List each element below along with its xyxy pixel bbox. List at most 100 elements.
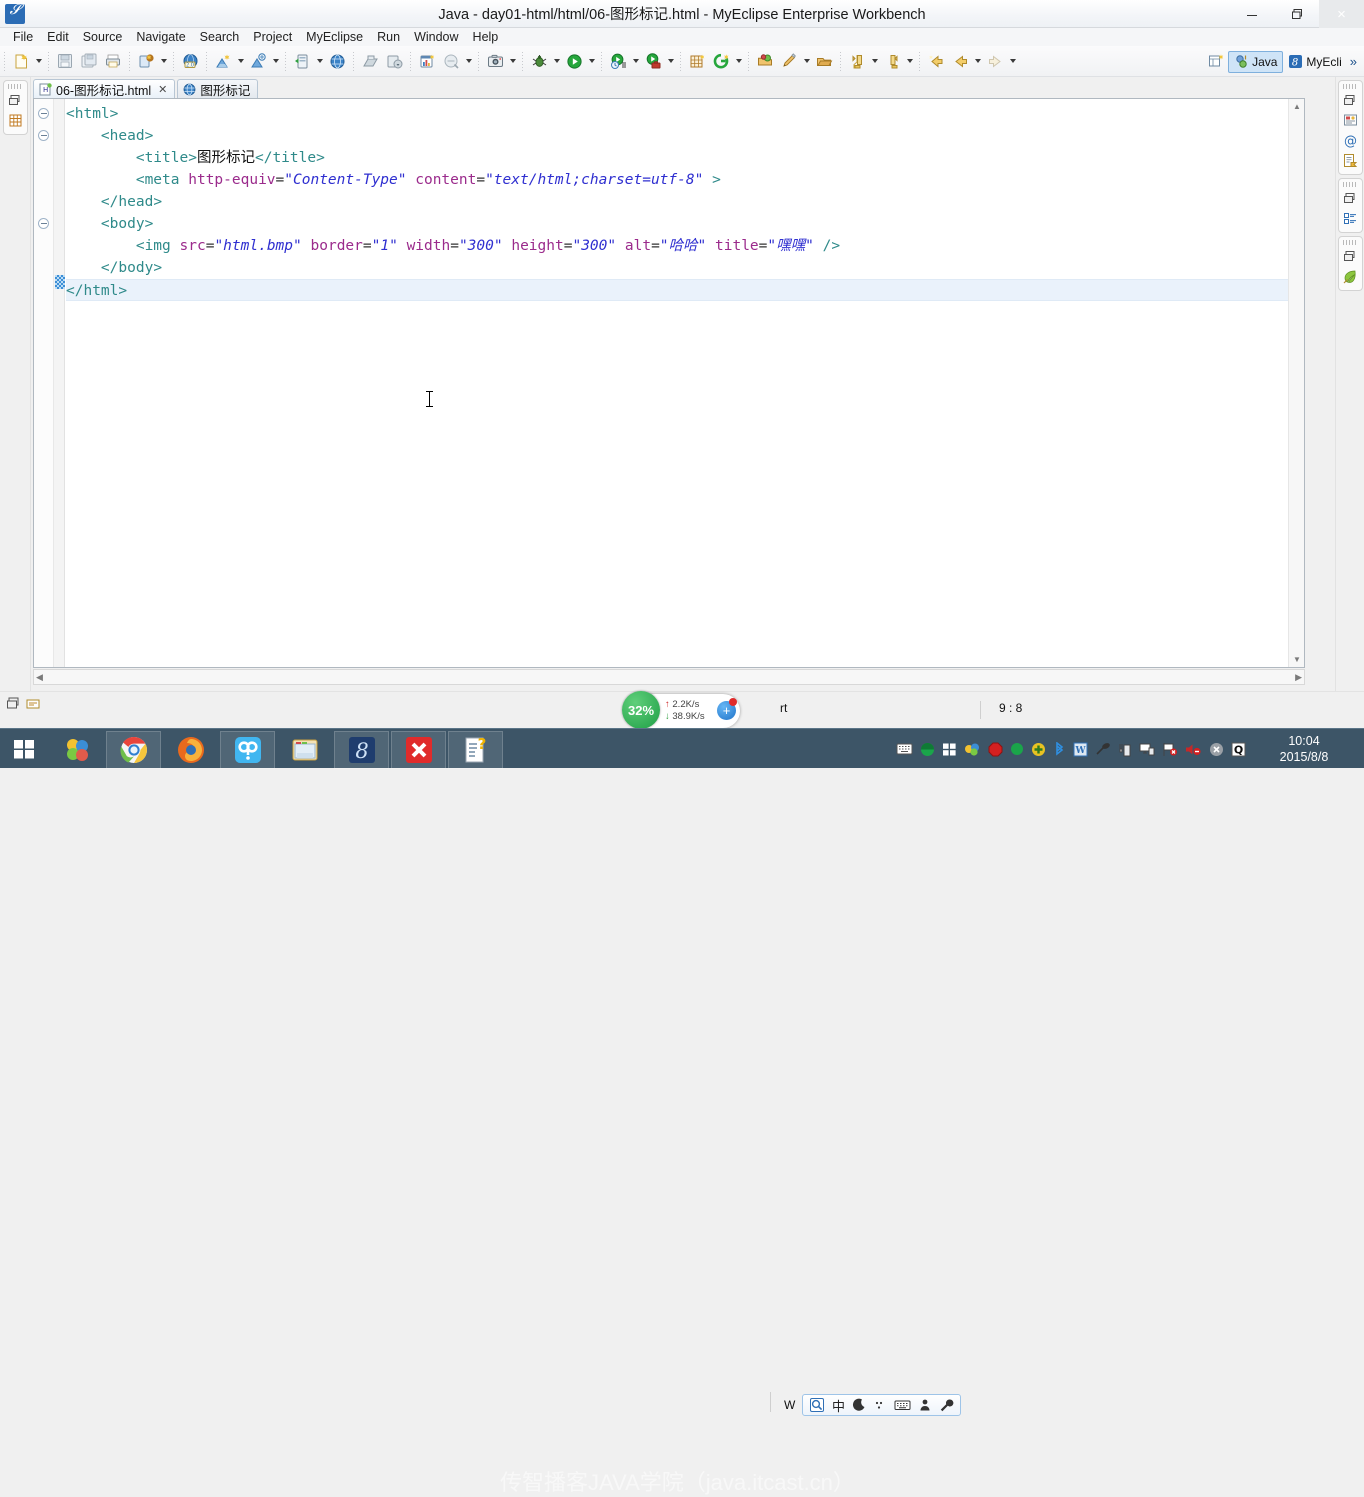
back-dropdown-arrow[interactable]: [972, 50, 983, 72]
no-search-icon[interactable]: [440, 50, 462, 72]
menu-item-run[interactable]: Run: [370, 28, 407, 46]
new-wizard-icon[interactable]: [710, 50, 732, 72]
cloud-icon[interactable]: [964, 742, 981, 757]
yellow-plus-icon[interactable]: [1031, 742, 1046, 757]
taskbar-item-mypc[interactable]: [49, 731, 104, 769]
word-icon[interactable]: W: [1073, 742, 1088, 757]
back-history-icon[interactable]: [925, 50, 947, 72]
forward-dropdown-arrow[interactable]: [1007, 50, 1018, 72]
taskbar-item-close-x[interactable]: [391, 730, 446, 769]
print-icon[interactable]: [102, 50, 124, 72]
save-icon[interactable]: [54, 50, 76, 72]
code-editor[interactable]: <html> <head> <title>图形标记</title> <meta …: [33, 98, 1305, 668]
usb-device-icon[interactable]: [1118, 742, 1132, 757]
windows-tray-icon[interactable]: [942, 742, 957, 757]
run-history-dropdown-arrow[interactable]: [630, 50, 641, 72]
database-explorer-dropdown-arrow[interactable]: [235, 50, 246, 72]
run-toolbox-dropdown-arrow[interactable]: [665, 50, 676, 72]
rail-grip[interactable]: [1342, 182, 1358, 187]
menu-item-source[interactable]: Source: [76, 28, 130, 46]
rail-grip[interactable]: [7, 84, 23, 89]
package-explorer-icon[interactable]: [5, 111, 26, 130]
sogou-ime-icon[interactable]: [809, 1397, 825, 1413]
rail-grip[interactable]: [1342, 240, 1358, 245]
restore-view-icon[interactable]: [6, 696, 22, 712]
open-task-dropdown-arrow[interactable]: [801, 50, 812, 72]
scroll-left-button[interactable]: ◀: [36, 672, 43, 683]
rail-grip[interactable]: [1342, 84, 1358, 89]
perspective-more-chevron[interactable]: »: [1347, 54, 1360, 69]
menu-item-edit[interactable]: Edit: [40, 28, 76, 46]
myeclipse-deploy-icon[interactable]: [135, 50, 157, 72]
vertical-scrollbar[interactable]: ▲ ▼: [1288, 99, 1304, 667]
code-line[interactable]: <meta http-equiv="Content-Type" content=…: [66, 169, 1288, 191]
fold-marker-body[interactable]: [38, 218, 49, 229]
at-outline-icon[interactable]: @: [1340, 131, 1361, 150]
maximize-button[interactable]: [1274, 0, 1319, 28]
previous-annotation-icon[interactable]: [881, 50, 903, 72]
horizontal-scrollbar[interactable]: ◀ ▶: [33, 669, 1305, 685]
network-speed-widget[interactable]: 32% ↑ 2.2K/s ↓ 38.9K/s +: [622, 691, 740, 729]
taskbar-item-chrome[interactable]: [106, 730, 161, 769]
code-line[interactable]: </body>: [66, 257, 1288, 279]
new-table-icon[interactable]: [686, 50, 708, 72]
scroll-right-button[interactable]: ▶: [1295, 672, 1302, 683]
editor-tab-preview[interactable]: 图形标记: [177, 79, 259, 99]
database-dropdown-arrow[interactable]: [270, 50, 281, 72]
green-circle-icon[interactable]: [920, 742, 935, 757]
punctuation-icon[interactable]: [873, 1398, 887, 1412]
windows-start-icon[interactable]: [0, 729, 48, 769]
code-line[interactable]: <head>: [66, 125, 1288, 147]
user-icon[interactable]: [918, 1398, 932, 1412]
code-line[interactable]: <body>: [66, 213, 1288, 235]
open-type-icon[interactable]: [754, 50, 776, 72]
code-line[interactable]: </html>: [66, 279, 1288, 301]
green-dot-icon[interactable]: [1010, 742, 1024, 756]
open-task-icon[interactable]: [778, 50, 800, 72]
properties-icon[interactable]: [1340, 151, 1361, 170]
report-icon[interactable]: [416, 50, 438, 72]
open-resource-icon[interactable]: [813, 50, 835, 72]
restore-view-icon[interactable]: [5, 91, 26, 110]
close-gray-icon[interactable]: [1209, 742, 1224, 757]
open-perspective-icon[interactable]: [1205, 51, 1227, 73]
fold-marker-head[interactable]: [38, 130, 49, 141]
taskbar-item-file-explorer[interactable]: [277, 731, 332, 769]
ime-mode-label[interactable]: 中: [832, 1396, 845, 1415]
wrench-icon[interactable]: [939, 1398, 954, 1413]
restore-view-icon[interactable]: [1340, 91, 1361, 110]
menu-item-search[interactable]: Search: [193, 28, 247, 46]
export-icon[interactable]: [359, 50, 381, 72]
moon-icon[interactable]: [852, 1398, 866, 1412]
import-icon[interactable]: [383, 50, 405, 72]
code-line[interactable]: <img src="html.bmp" border="1" width="30…: [66, 235, 1288, 257]
minimize-button[interactable]: [1229, 0, 1274, 28]
menu-item-file[interactable]: File: [6, 28, 40, 46]
previous-annotation-dropdown-arrow[interactable]: [904, 50, 915, 72]
run-dropdown-arrow[interactable]: [586, 50, 597, 72]
run-history-icon[interactable]: [607, 50, 629, 72]
menu-item-project[interactable]: Project: [246, 28, 299, 46]
menu-item-myeclipse[interactable]: MyEclipse: [299, 28, 370, 46]
deploy-dropdown-arrow[interactable]: [158, 50, 169, 72]
search-dropdown-arrow[interactable]: [463, 50, 474, 72]
run-play-icon[interactable]: [563, 50, 585, 72]
web-browser-icon[interactable]: [326, 50, 348, 72]
outline-view-icon[interactable]: [1340, 209, 1361, 228]
server-config-icon[interactable]: [291, 50, 313, 72]
taskbar-item-myeclipse[interactable]: 8: [334, 730, 389, 769]
snapshot-dropdown-arrow[interactable]: [507, 50, 518, 72]
folding-gutter[interactable]: [34, 99, 54, 667]
leaf-icon[interactable]: [1340, 267, 1361, 286]
stop-red-icon[interactable]: [988, 742, 1003, 757]
web20-icon[interactable]: 2.0: [179, 50, 201, 72]
scroll-up-button[interactable]: ▲: [1289, 99, 1305, 114]
next-annotation-icon[interactable]: [846, 50, 868, 72]
run-toolbox-icon[interactable]: [642, 50, 664, 72]
keyboard-icon[interactable]: [896, 742, 913, 756]
q-icon[interactable]: Q: [1231, 742, 1246, 757]
fold-marker-html[interactable]: [38, 108, 49, 119]
menu-item-window[interactable]: Window: [407, 28, 465, 46]
volume-mute-icon[interactable]: [1185, 742, 1202, 757]
snapshot-icon[interactable]: [484, 50, 506, 72]
